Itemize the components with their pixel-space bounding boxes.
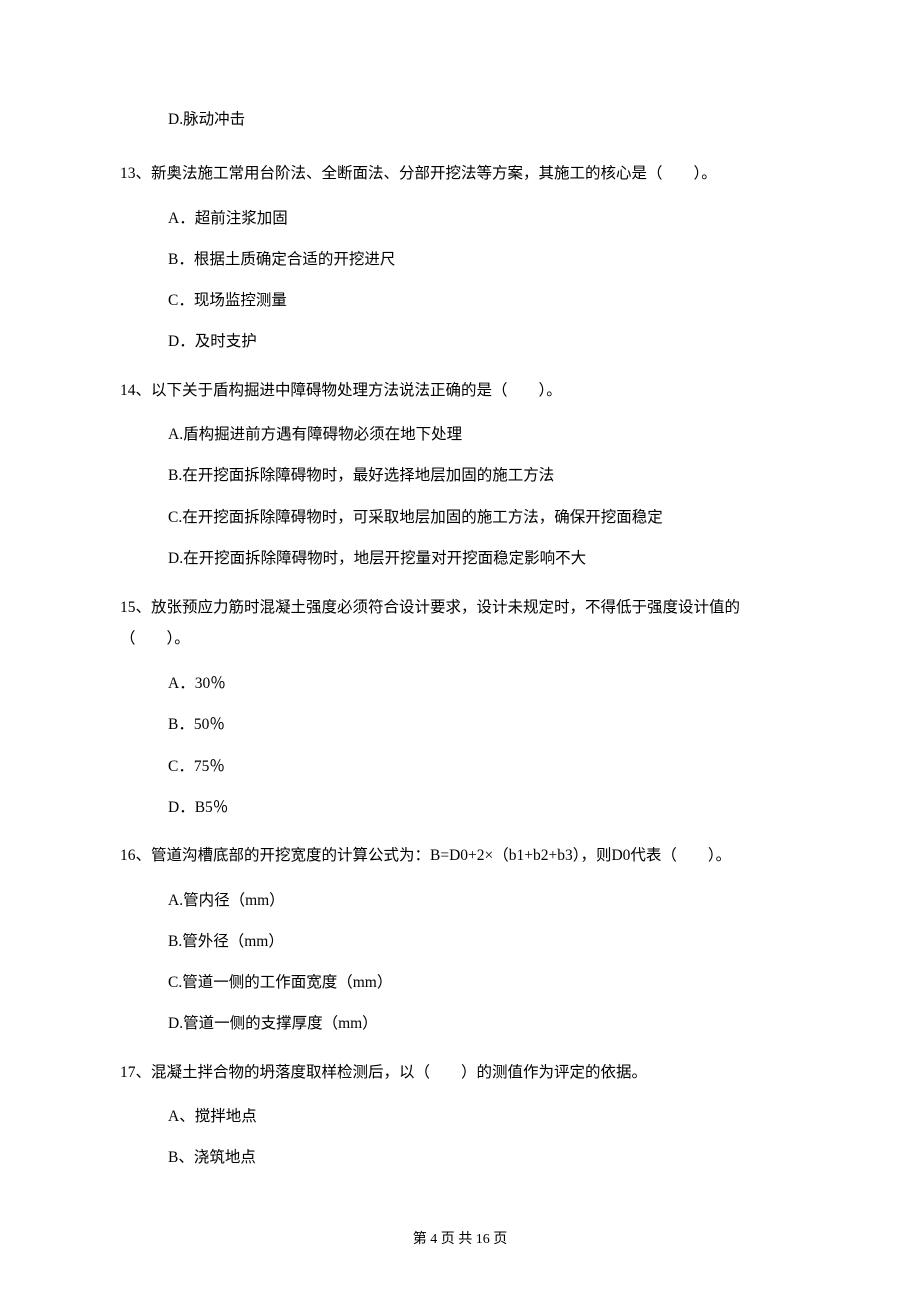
option-b: B．根据土质确定合适的开挖进尺	[120, 248, 800, 271]
question-text: 17、混凝土拌合物的坍落度取样检测后，以（ ）的测值作为评定的依据。	[120, 1058, 800, 1087]
option-c: C．现场监控测量	[120, 289, 800, 312]
option-a: A.管内径（mm）	[120, 889, 800, 912]
option-d: D．B5％	[120, 796, 800, 819]
question-16: 16、管道沟槽底部的开挖宽度的计算公式为：B=D0+2×（b1+b2+b3），则…	[120, 841, 800, 1035]
option-a: A．30％	[120, 672, 800, 695]
options-group: A.管内径（mm） B.管外径（mm） C.管道一侧的工作面宽度（mm） D.管…	[120, 889, 800, 1036]
question-14: 14、以下关于盾构掘进中障碍物处理方法说法正确的是（ ）。 A.盾构掘进前方遇有…	[120, 376, 800, 570]
question-text: 15、放张预应力筋时混凝土强度必须符合设计要求，设计未规定时，不得低于强度设计值…	[120, 592, 800, 654]
page-footer: 第 4 页 共 16 页	[0, 1229, 920, 1250]
option-b: B、浇筑地点	[120, 1146, 800, 1169]
question-15: 15、放张预应力筋时混凝土强度必须符合设计要求，设计未规定时，不得低于强度设计值…	[120, 592, 800, 819]
option-a: A.盾构掘进前方遇有障碍物必须在地下处理	[120, 423, 800, 446]
option-d: D．及时支护	[120, 330, 800, 353]
question-17: 17、混凝土拌合物的坍落度取样检测后，以（ ）的测值作为评定的依据。 A、搅拌地…	[120, 1058, 800, 1170]
question-text: 13、新奥法施工常用台阶法、全断面法、分部开挖法等方案，其施工的核心是（ ）。	[120, 159, 800, 188]
options-group: A．30％ B．50％ C．75％ D．B5％	[120, 672, 800, 819]
option-a: A．超前注浆加固	[120, 207, 800, 230]
page-content: D.脉动冲击 13、新奥法施工常用台阶法、全断面法、分部开挖法等方案，其施工的核…	[0, 0, 920, 1170]
option-b: B.管外径（mm）	[120, 930, 800, 953]
question-text: 16、管道沟槽底部的开挖宽度的计算公式为：B=D0+2×（b1+b2+b3），则…	[120, 841, 800, 870]
option-b: B．50％	[120, 713, 800, 736]
option-c: C．75％	[120, 755, 800, 778]
question-text: 14、以下关于盾构掘进中障碍物处理方法说法正确的是（ ）。	[120, 376, 800, 405]
option-c: C.管道一侧的工作面宽度（mm）	[120, 971, 800, 994]
options-group: A、搅拌地点 B、浇筑地点	[120, 1105, 800, 1170]
option-c: C.在开挖面拆除障碍物时，可采取地层加固的施工方法，确保开挖面稳定	[120, 506, 800, 529]
option-d: D.在开挖面拆除障碍物时，地层开挖量对开挖面稳定影响不大	[120, 547, 800, 570]
option-b: B.在开挖面拆除障碍物时，最好选择地层加固的施工方法	[120, 464, 800, 487]
option-d: D.管道一侧的支撑厚度（mm）	[120, 1012, 800, 1035]
options-group: A．超前注浆加固 B．根据土质确定合适的开挖进尺 C．现场监控测量 D．及时支护	[120, 207, 800, 354]
options-group: A.盾构掘进前方遇有障碍物必须在地下处理 B.在开挖面拆除障碍物时，最好选择地层…	[120, 423, 800, 570]
orphan-option: D.脉动冲击	[120, 108, 800, 131]
question-13: 13、新奥法施工常用台阶法、全断面法、分部开挖法等方案，其施工的核心是（ ）。 …	[120, 159, 800, 353]
option-a: A、搅拌地点	[120, 1105, 800, 1128]
